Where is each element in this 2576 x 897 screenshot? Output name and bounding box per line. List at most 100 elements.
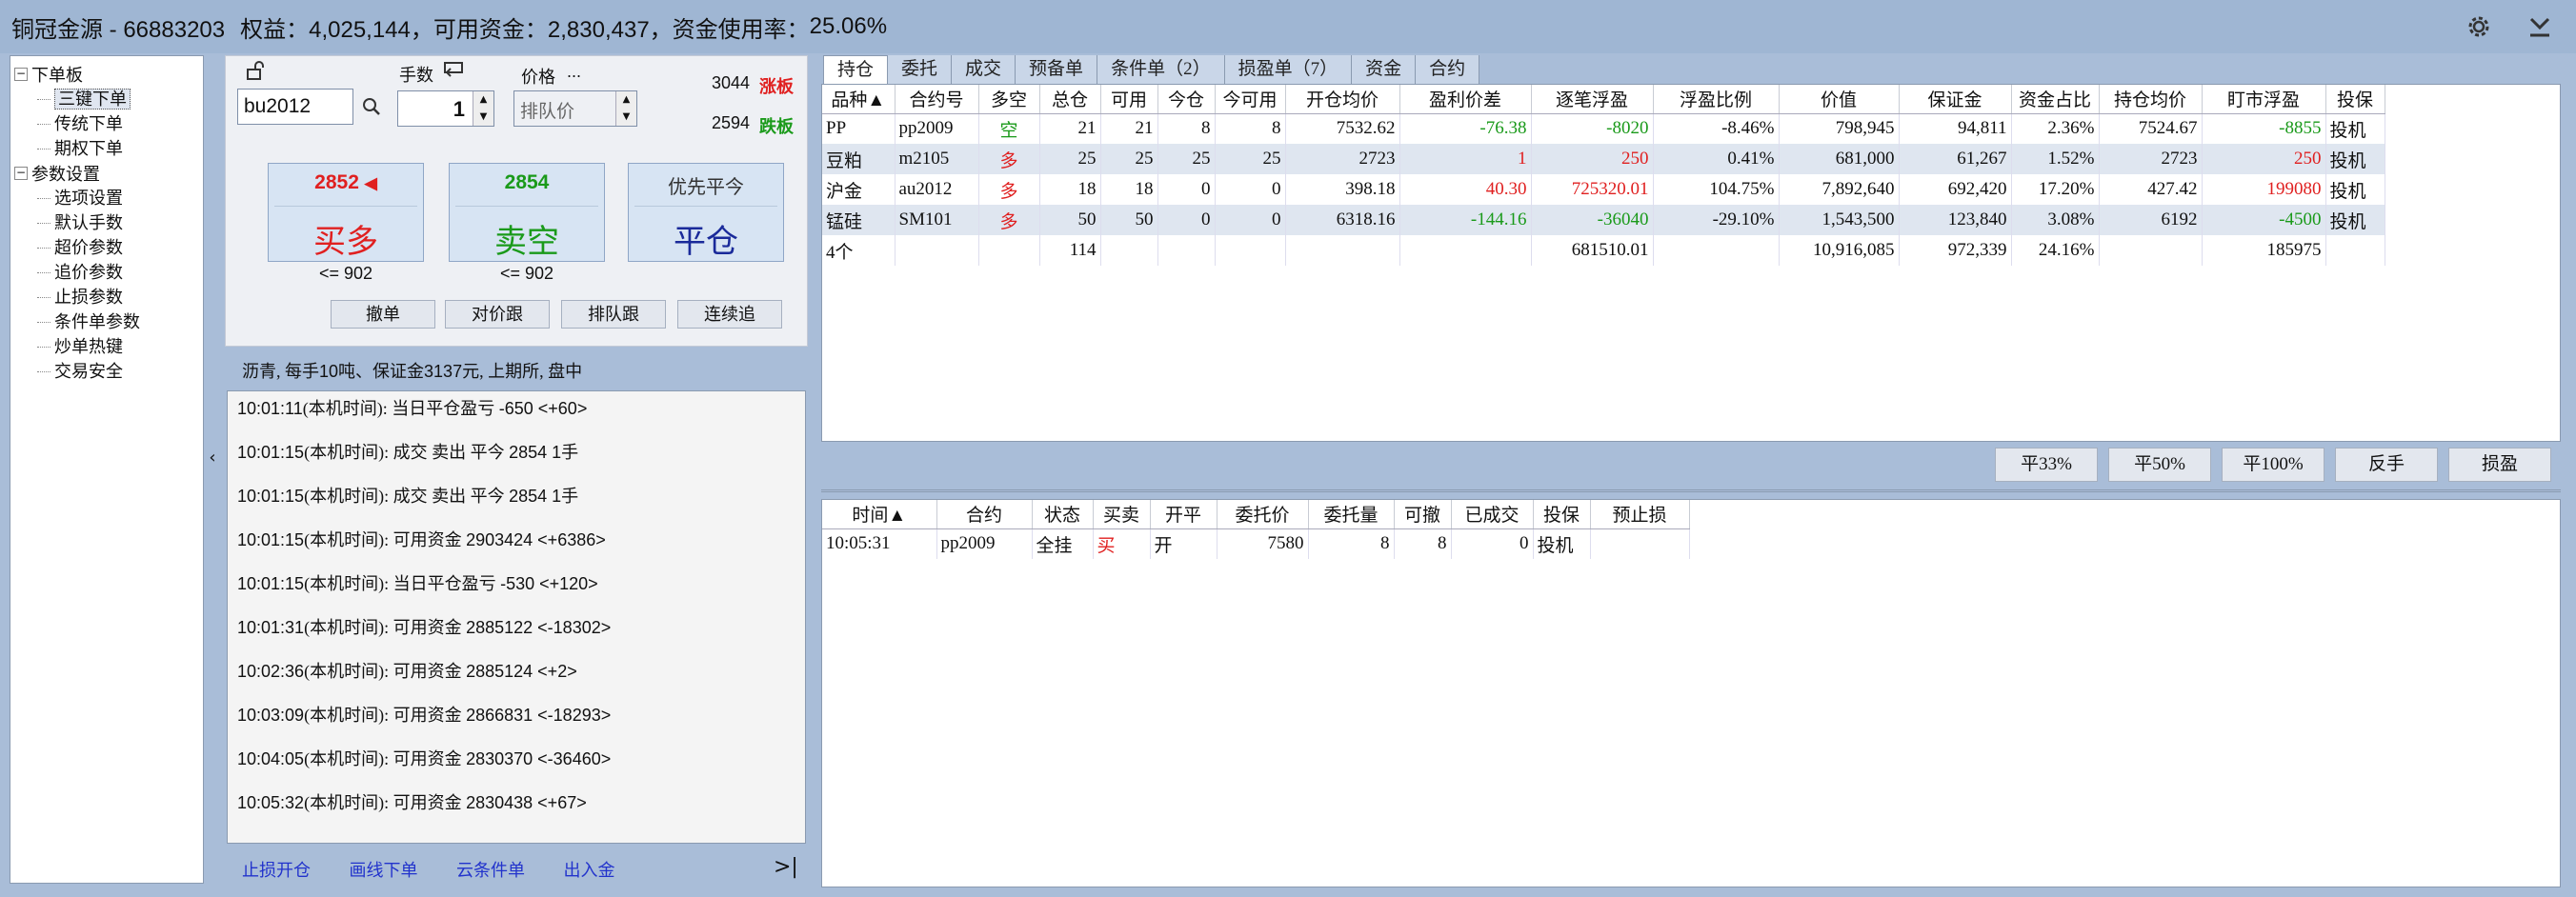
collapse-toggle-icon[interactable]: − xyxy=(14,167,28,180)
follow-opposite-button[interactable]: 对价跟 xyxy=(445,300,550,329)
stepper-down-icon[interactable]: ▼ xyxy=(473,109,493,126)
col-header[interactable]: 今可用 xyxy=(1215,85,1286,114)
tree-item-stop-loss[interactable]: 止损参数 xyxy=(14,285,199,309)
col-header[interactable]: 价值 xyxy=(1779,85,1900,114)
tree-item-hotkeys[interactable]: 炒单热键 xyxy=(14,334,199,359)
follow-queue-button[interactable]: 排队跟 xyxy=(561,300,666,329)
col-header[interactable]: 已成交 xyxy=(1451,500,1534,529)
table-row[interactable]: 10:05:31 pp2009 全挂买开 7580 8 8 0 投机 xyxy=(822,528,1690,559)
col-header[interactable]: 可撤 xyxy=(1394,500,1452,529)
tree-item-conditional[interactable]: 条件单参数 xyxy=(14,309,199,334)
col-header[interactable]: 逐笔浮盈 xyxy=(1531,85,1654,114)
tab-stop-profit[interactable]: 损盈单（7） xyxy=(1224,55,1353,84)
col-header[interactable]: 合约 xyxy=(936,500,1033,529)
line-order-link[interactable]: 画线下单 xyxy=(350,861,418,880)
stepper-up-icon[interactable]: ▲ xyxy=(473,91,493,109)
col-header[interactable]: 保证金 xyxy=(1899,85,2012,114)
reverse-button[interactable]: 反手 xyxy=(2335,448,2438,482)
tree-group-order-board[interactable]: − 下单板 xyxy=(14,62,199,87)
expand-panel-icon[interactable]: >| xyxy=(774,855,798,879)
deposit-withdraw-link[interactable]: 出入金 xyxy=(564,861,615,880)
col-header[interactable]: 浮盈比例 xyxy=(1653,85,1780,114)
tab-positions[interactable]: 持仓 xyxy=(823,55,889,84)
search-icon[interactable] xyxy=(361,96,382,122)
tab-prepared[interactable]: 预备单 xyxy=(1016,55,1098,84)
col-header[interactable]: 多空 xyxy=(978,85,1040,114)
col-header[interactable]: 时间▲ xyxy=(822,500,937,529)
tree-item-default-lots[interactable]: 默认手数 xyxy=(14,210,199,235)
buy-long-button[interactable]: 2852 ◀ 买多 xyxy=(268,163,424,262)
tree-item-security[interactable]: 交易安全 xyxy=(14,359,199,384)
col-header[interactable]: 总仓 xyxy=(1039,85,1101,114)
table-row[interactable]: 沪金 au2012 多 18 18 0 0 398.18 40.30 725320.01 104.7… xyxy=(822,174,2385,205)
col-header[interactable]: 开仓均价 xyxy=(1285,85,1400,114)
contract-input[interactable]: bu2012 xyxy=(237,89,353,125)
tree-item-traditional-order[interactable]: 传统下单 xyxy=(14,111,199,136)
log-entry: 10:01:15(本机时间): 成交 卖出 平今 2854 1手 xyxy=(237,487,579,506)
tree-item-options[interactable]: 选项设置 xyxy=(14,186,199,210)
close-position-button[interactable]: 优先平今 平仓 xyxy=(628,163,784,262)
positions-table: 品种▲ 合约号 多空 总仓 可用 今仓 今可用 开仓均价 盈利价差 逐笔浮盈 浮… xyxy=(821,84,2561,442)
col-header[interactable]: 开平 xyxy=(1150,500,1218,529)
stepper-up-icon[interactable]: ▲ xyxy=(616,91,636,109)
tab-contracts[interactable]: 合约 xyxy=(1416,55,1480,84)
col-header[interactable]: 投保 xyxy=(2325,85,2385,114)
stop-profit-button[interactable]: 损盈 xyxy=(2448,448,2551,482)
stepper-down-icon[interactable]: ▼ xyxy=(616,109,636,126)
col-header[interactable]: 今仓 xyxy=(1157,85,1216,114)
tab-bar: 持仓 委托 成交 预备单 条件单（2） 损盈单（7） 资金 合约 xyxy=(823,55,1480,84)
sell-short-button[interactable]: 2854 卖空 xyxy=(449,163,605,262)
tree-item-option-order[interactable]: 期权下单 xyxy=(14,136,199,161)
menu-tree: − 下单板 三键下单 传统下单 期权下单 − 参数设置 选项设置 默认手数 超价… xyxy=(10,55,204,884)
bid-price: 2852 ◀ xyxy=(314,171,377,193)
unlock-icon[interactable] xyxy=(245,60,266,86)
close-position-label: 平仓 xyxy=(674,225,738,260)
table-row[interactable]: PP pp2009 空 21 21 8 8 7532.62 -76.38 -8020 -8.46% 7… xyxy=(822,113,2385,144)
table-row[interactable]: 豆粕 m2105 多 25 25 25 25 2723 1 250 0.41% 681,000 61,2… xyxy=(822,144,2385,174)
contract-info: 沥青, 每手10吨、保证金3137元, 上期所, 盘中 xyxy=(242,362,583,381)
gear-icon[interactable] xyxy=(2462,10,2496,44)
col-header[interactable]: 合约号 xyxy=(895,85,979,114)
stop-loss-open-link[interactable]: 止损开仓 xyxy=(242,861,311,880)
col-header[interactable]: 资金占比 xyxy=(2011,85,2100,114)
close-33-button[interactable]: 平33% xyxy=(1995,448,2098,482)
sell-available: <= 902 xyxy=(499,264,554,283)
lots-label: 手数 xyxy=(399,66,433,85)
price-input[interactable]: 排队价 ▲ ▼ xyxy=(513,90,637,127)
orders-table: 时间▲ 合约 状态 买卖 开平 委托价 委托量 可撤 已成交 投保 预止损 10… xyxy=(821,499,2561,887)
col-header[interactable]: 委托量 xyxy=(1308,500,1395,529)
equity-label: 权益： xyxy=(240,16,310,43)
cloud-condition-link[interactable]: 云条件单 xyxy=(456,861,525,880)
tab-funds[interactable]: 资金 xyxy=(1352,55,1417,84)
panel-divider[interactable] xyxy=(821,489,2561,492)
col-header[interactable]: 品种▲ xyxy=(822,85,896,114)
col-header[interactable]: 买卖 xyxy=(1093,500,1151,529)
table-row[interactable]: 锰硅 SM101 多 50 50 0 0 6318.16 -144.16 -36040 -29.10… xyxy=(822,205,2385,235)
col-header[interactable]: 盈利价差 xyxy=(1399,85,1532,114)
lots-stepper[interactable]: 1 ▲ ▼ xyxy=(397,90,494,127)
tree-item-chase-price[interactable]: 追价参数 xyxy=(14,260,199,285)
tab-trades[interactable]: 成交 xyxy=(952,55,1016,84)
minimize-icon[interactable] xyxy=(2523,10,2557,44)
col-header[interactable]: 状态 xyxy=(1032,500,1094,529)
price-more-button[interactable]: ... xyxy=(567,62,581,82)
col-header[interactable]: 可用 xyxy=(1100,85,1158,114)
col-header[interactable]: 委托价 xyxy=(1217,500,1309,529)
tab-orders[interactable]: 委托 xyxy=(888,55,953,84)
continuous-chase-button[interactable]: 连续追 xyxy=(677,300,782,329)
collapse-toggle-icon[interactable]: − xyxy=(14,68,28,81)
tab-conditional[interactable]: 条件单（2） xyxy=(1097,55,1225,84)
tree-item-three-key-order[interactable]: 三键下单 xyxy=(14,87,199,111)
close-50-button[interactable]: 平50% xyxy=(2108,448,2211,482)
close-100-button[interactable]: 平100% xyxy=(2222,448,2324,482)
col-header[interactable]: 投保 xyxy=(1533,500,1591,529)
col-header[interactable]: 持仓均价 xyxy=(2099,85,2203,114)
reset-icon[interactable] xyxy=(443,60,466,84)
collapse-panel-icon[interactable]: ‹ xyxy=(206,448,219,476)
col-header[interactable]: 预止损 xyxy=(1590,500,1690,529)
col-header[interactable]: 盯市浮盈 xyxy=(2202,85,2326,114)
tree-item-over-price[interactable]: 超价参数 xyxy=(14,235,199,260)
cancel-order-button[interactable]: 撤单 xyxy=(331,300,435,329)
log-entry: 10:03:09(本机时间): 可用资金 2866831 <-18293> xyxy=(237,706,612,725)
tree-group-settings[interactable]: − 参数设置 xyxy=(14,161,199,186)
